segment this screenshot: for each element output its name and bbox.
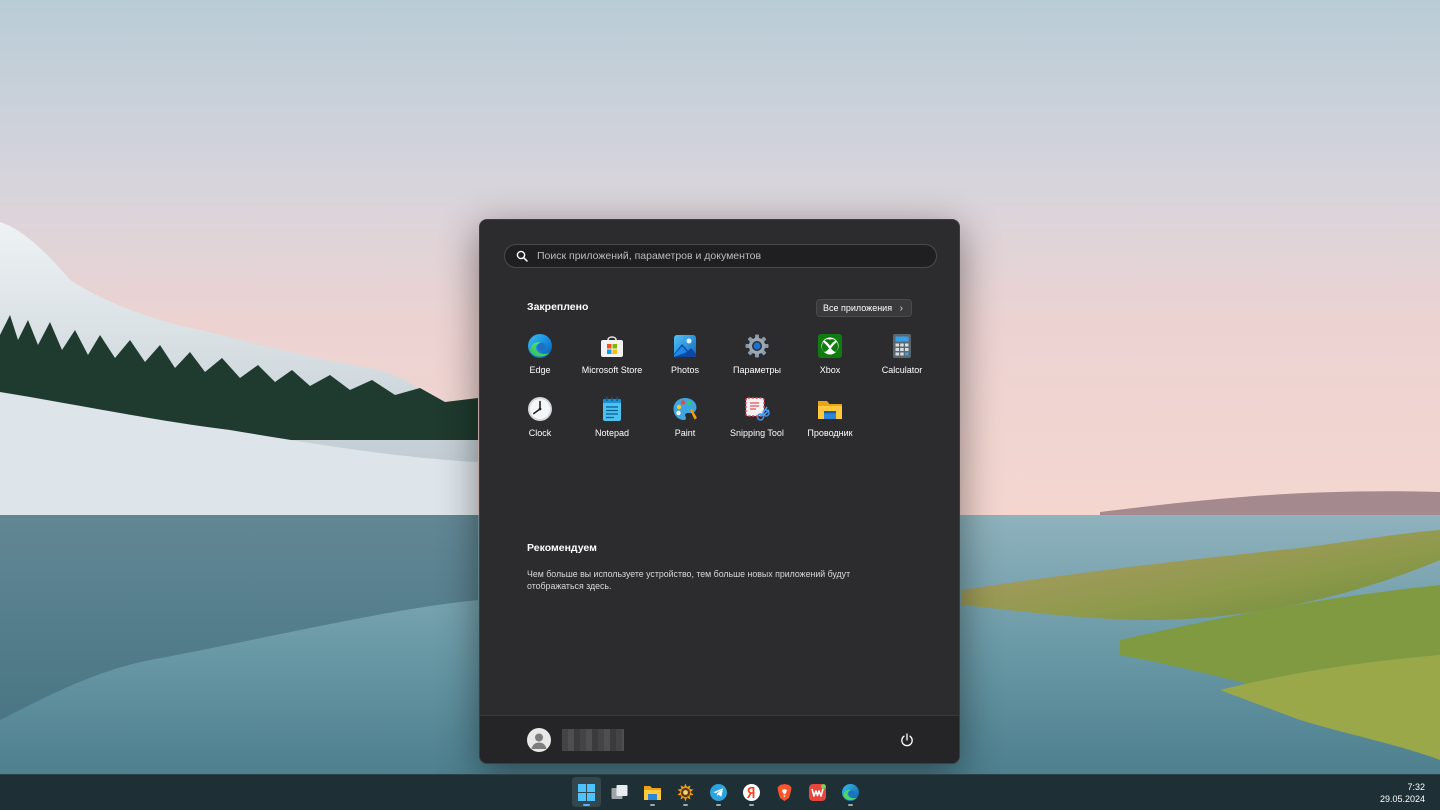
start-menu: Закреплено Все приложения › Edge Microso… (479, 219, 960, 764)
pinned-app-photos[interactable]: Photos (649, 330, 721, 386)
clock-time: 7:32 (1407, 782, 1425, 792)
app-label: Microsoft Store (581, 365, 643, 375)
xbox-icon (817, 333, 843, 359)
user-avatar-icon (527, 728, 551, 752)
taskbar-edge[interactable] (836, 777, 865, 807)
telegram-icon (710, 783, 727, 801)
chevron-right-icon: › (899, 302, 903, 314)
task-view-button[interactable] (605, 777, 634, 807)
recommended-empty-text: Чем больше вы используете устройство, те… (527, 569, 851, 591)
user-account-button[interactable] (527, 728, 624, 752)
pinned-app-notepad[interactable]: Notepad (576, 393, 648, 449)
app-label: Paint (674, 428, 696, 438)
edge-icon (842, 783, 859, 801)
pinned-app-clock[interactable]: Clock (504, 393, 576, 449)
system-clock[interactable]: 7:32 29.05.2024 (1380, 781, 1425, 805)
running-indicator (848, 804, 853, 806)
taskbar-file-explorer[interactable] (638, 777, 667, 807)
taskbar-xnview[interactable] (671, 777, 700, 807)
taskbar-wps-office[interactable] (803, 777, 832, 807)
edge-icon (527, 333, 553, 359)
search-icon (516, 249, 530, 263)
app-label: Notepad (594, 428, 630, 438)
taskbar-telegram[interactable] (704, 777, 733, 807)
app-label: Xbox (819, 365, 841, 375)
brave-icon (777, 783, 792, 801)
taskbar-brave[interactable] (770, 777, 799, 807)
start-menu-footer (480, 715, 959, 763)
search-input[interactable] (537, 250, 917, 262)
search-box[interactable] (504, 244, 937, 268)
running-indicator (749, 804, 754, 806)
power-icon (901, 733, 913, 747)
all-apps-button[interactable]: Все приложения › (816, 299, 912, 317)
app-label: Проводник (807, 428, 853, 438)
clock-date: 29.05.2024 (1379, 794, 1425, 804)
pinned-app-paint[interactable]: Paint (649, 393, 721, 449)
store-icon (599, 333, 625, 359)
clock-icon (527, 396, 553, 422)
pinned-app-microsoft-store[interactable]: Microsoft Store (576, 330, 648, 386)
taskbar: 7:32 29.05.2024 (0, 774, 1440, 810)
app-label: Clock (528, 428, 552, 438)
app-label: Snipping Tool (730, 428, 784, 438)
taskbar-yandex-browser[interactable] (737, 777, 766, 807)
start-button[interactable] (572, 777, 601, 807)
pinned-app-calculator[interactable]: Calculator (866, 330, 938, 386)
windows-start-icon (578, 783, 595, 801)
app-label: Photos (670, 365, 700, 375)
snipping-tool-icon (744, 396, 770, 422)
app-label: Edge (529, 365, 551, 375)
app-label: Calculator (881, 365, 923, 375)
power-button[interactable] (899, 732, 915, 748)
pinned-app-snipping-tool[interactable]: Snipping Tool (721, 393, 793, 449)
taskbar-icons (572, 777, 865, 807)
settings-gear-icon (744, 333, 770, 359)
notepad-icon (599, 396, 625, 422)
running-indicator (716, 804, 721, 806)
running-indicator (683, 804, 688, 806)
active-indicator (583, 804, 590, 806)
folder-icon (817, 396, 843, 422)
file-explorer-icon (644, 785, 661, 800)
pinned-section-title: Закреплено (527, 301, 589, 313)
photos-icon (672, 333, 698, 359)
yandex-browser-icon (743, 783, 760, 801)
pinned-app-settings[interactable]: Параметры (721, 330, 793, 386)
all-apps-label: Все приложения (823, 303, 893, 313)
app-label: Параметры (733, 365, 781, 375)
pinned-app-file-explorer[interactable]: Проводник (794, 393, 866, 449)
user-name-redacted (562, 729, 624, 751)
task-view-icon (611, 784, 628, 799)
calculator-icon (889, 333, 915, 359)
running-indicator (650, 804, 655, 806)
pinned-app-xbox[interactable]: Xbox (794, 330, 866, 386)
xnview-icon (677, 783, 694, 801)
paint-palette-icon (672, 396, 698, 422)
pinned-app-edge[interactable]: Edge (504, 330, 576, 386)
recommended-section-title: Рекомендуем (527, 542, 597, 554)
wps-office-icon (809, 783, 826, 801)
